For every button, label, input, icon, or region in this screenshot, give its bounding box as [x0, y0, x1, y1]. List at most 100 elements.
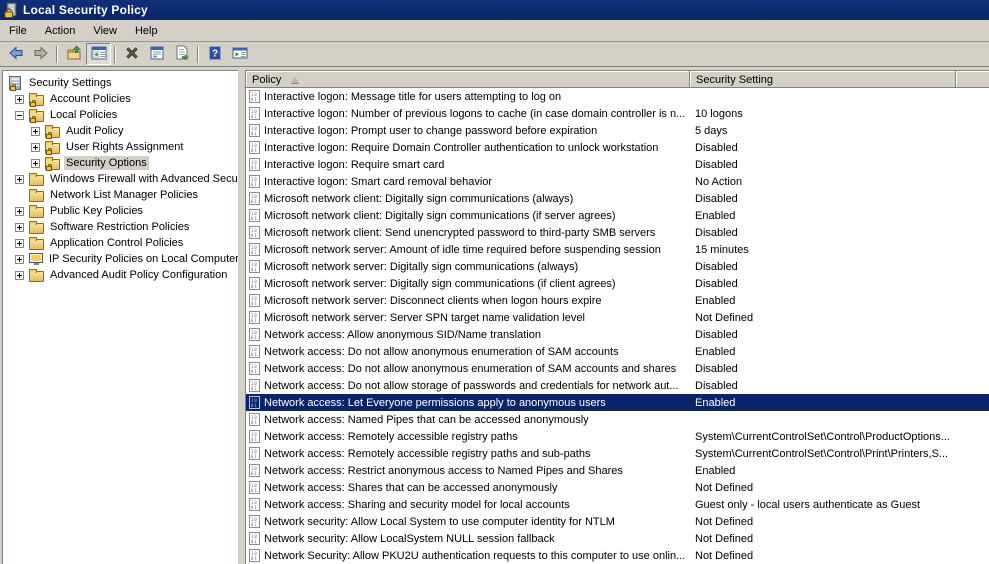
- policy-row[interactable]: Network access: Restrict anonymous acces…: [246, 462, 989, 479]
- policy-doc-icon: [249, 413, 260, 426]
- tree-item[interactable]: Software Restriction Policies: [3, 219, 238, 235]
- expand-icon[interactable]: [15, 207, 24, 216]
- policy-row[interactable]: Network access: Do not allow anonymous e…: [246, 360, 989, 377]
- policy-row[interactable]: Interactive logon: Smart card removal be…: [246, 173, 989, 190]
- policy-name: Network Security: Allow PKU2U authentica…: [264, 550, 685, 562]
- expand-icon[interactable]: [31, 127, 40, 136]
- policy-row[interactable]: Network access: Allow anonymous SID/Name…: [246, 326, 989, 343]
- properties-button[interactable]: [144, 43, 169, 65]
- policy-row[interactable]: Network access: Shares that can be acces…: [246, 479, 989, 496]
- expand-icon[interactable]: [15, 95, 24, 104]
- column-header-security-setting[interactable]: Security Setting: [690, 71, 956, 88]
- tree-item-label[interactable]: Network List Manager Policies: [48, 188, 200, 202]
- policy-row[interactable]: Network access: Let Everyone permissions…: [246, 394, 989, 411]
- policy-name: Network access: Remotely accessible regi…: [264, 448, 590, 460]
- policy-name: Network access: Remotely accessible regi…: [264, 431, 518, 443]
- tree-item-label[interactable]: Public Key Policies: [48, 204, 145, 218]
- policy-row[interactable]: Network access: Remotely accessible regi…: [246, 445, 989, 462]
- policy-cell: Interactive logon: Require smart card: [246, 158, 690, 171]
- folder-lock-icon: [45, 143, 60, 154]
- forward-button[interactable]: [28, 43, 53, 65]
- help-button[interactable]: ?: [202, 43, 227, 65]
- tree-item-label[interactable]: Advanced Audit Policy Configuration: [48, 268, 229, 282]
- policy-row[interactable]: Microsoft network server: Amount of idle…: [246, 241, 989, 258]
- policy-doc-icon: [249, 481, 260, 494]
- policy-row[interactable]: Network security: Allow LocalSystem NULL…: [246, 530, 989, 547]
- policy-row[interactable]: Microsoft network client: Digitally sign…: [246, 207, 989, 224]
- tree-item-label[interactable]: Audit Policy: [64, 124, 125, 138]
- policy-row[interactable]: Microsoft network server: Disconnect cli…: [246, 292, 989, 309]
- policy-row[interactable]: Microsoft network server: Digitally sign…: [246, 275, 989, 292]
- show-action-pane-button[interactable]: [227, 43, 252, 65]
- security-setting-value: 15 minutes: [690, 244, 989, 256]
- menu-file[interactable]: File: [0, 22, 36, 40]
- tree-item[interactable]: User Rights Assignment: [3, 139, 238, 155]
- tree-item[interactable]: IP Security Policies on Local Computer: [3, 251, 238, 267]
- policy-cell: Microsoft network client: Digitally sign…: [246, 209, 690, 222]
- policy-cell: Network Security: Allow PKU2U authentica…: [246, 549, 690, 562]
- menu-help[interactable]: Help: [126, 22, 167, 40]
- delete-button[interactable]: [119, 43, 144, 65]
- tree-item[interactable]: Audit Policy: [3, 123, 238, 139]
- policy-cell: Network access: Restrict anonymous acces…: [246, 464, 690, 477]
- policy-row[interactable]: Microsoft network server: Digitally sign…: [246, 258, 989, 275]
- expand-icon[interactable]: [31, 159, 40, 168]
- expand-icon[interactable]: [31, 143, 40, 152]
- policy-row[interactable]: Interactive logon: Prompt user to change…: [246, 122, 989, 139]
- tree-item-label[interactable]: Local Policies: [48, 108, 119, 122]
- tree-item[interactable]: Local Policies: [3, 107, 238, 123]
- tree-item-label[interactable]: User Rights Assignment: [64, 140, 185, 154]
- tree-item-label[interactable]: Software Restriction Policies: [48, 220, 191, 234]
- column-header-label: Policy: [252, 74, 281, 86]
- menu-action[interactable]: Action: [36, 22, 85, 40]
- forward-arrow-icon: [33, 45, 49, 64]
- policy-row[interactable]: Network access: Named Pipes that can be …: [246, 411, 989, 428]
- tree-item[interactable]: Public Key Policies: [3, 203, 238, 219]
- column-header-policy[interactable]: Policy: [246, 71, 690, 88]
- security-setting-value: 10 logons: [690, 108, 989, 120]
- tree-item-label[interactable]: Application Control Policies: [48, 236, 185, 250]
- tree-item[interactable]: Security Options: [3, 155, 238, 171]
- policy-row[interactable]: Network access: Sharing and security mod…: [246, 496, 989, 513]
- policy-row[interactable]: Network access: Do not allow anonymous e…: [246, 343, 989, 360]
- expand-icon[interactable]: [15, 223, 24, 232]
- tree-item[interactable]: Advanced Audit Policy Configuration: [3, 267, 238, 283]
- tree-item-label[interactable]: Security Options: [64, 156, 149, 170]
- tree-item-label[interactable]: Windows Firewall with Advanced Security: [48, 172, 238, 186]
- policy-row[interactable]: Interactive logon: Require Domain Contro…: [246, 139, 989, 156]
- tree-item[interactable]: Network List Manager Policies: [3, 187, 238, 203]
- show-console-tree-button[interactable]: [86, 43, 111, 65]
- tree-item[interactable]: Security Settings: [3, 75, 238, 91]
- up-one-level-button[interactable]: [61, 43, 86, 65]
- security-setting-value: Not Defined: [690, 533, 989, 545]
- export-list-button[interactable]: [169, 43, 194, 65]
- policy-row[interactable]: Microsoft network server: Server SPN tar…: [246, 309, 989, 326]
- tree-item[interactable]: Account Policies: [3, 91, 238, 107]
- policy-row[interactable]: Microsoft network client: Digitally sign…: [246, 190, 989, 207]
- policy-row[interactable]: Interactive logon: Number of previous lo…: [246, 105, 989, 122]
- back-button[interactable]: [3, 43, 28, 65]
- local-security-policy-window: Local Security Policy FileActionViewHelp…: [0, 0, 989, 564]
- tree-item[interactable]: Windows Firewall with Advanced Security: [3, 171, 238, 187]
- policy-cell: Interactive logon: Number of previous lo…: [246, 107, 690, 120]
- menu-view[interactable]: View: [84, 22, 126, 40]
- expand-icon[interactable]: [15, 255, 24, 264]
- expand-icon[interactable]: [15, 239, 24, 248]
- policy-row[interactable]: Network Security: Allow PKU2U authentica…: [246, 547, 989, 564]
- security-setting-value: Not Defined: [690, 550, 989, 562]
- policy-row[interactable]: Network security: Allow Local System to …: [246, 513, 989, 530]
- policy-row[interactable]: Interactive logon: Require smart cardDis…: [246, 156, 989, 173]
- policy-row[interactable]: Network access: Do not allow storage of …: [246, 377, 989, 394]
- expand-icon[interactable]: [15, 271, 24, 280]
- security-setting-value: Enabled: [690, 295, 989, 307]
- expand-icon[interactable]: [15, 175, 24, 184]
- tree-item-label[interactable]: Security Settings: [27, 76, 114, 90]
- policy-row[interactable]: Microsoft network client: Send unencrypt…: [246, 224, 989, 241]
- collapse-icon[interactable]: [15, 111, 24, 120]
- tree-item-label[interactable]: IP Security Policies on Local Computer: [47, 252, 238, 266]
- tree-item[interactable]: Application Control Policies: [3, 235, 238, 251]
- policy-cell: Network access: Remotely accessible regi…: [246, 430, 690, 443]
- policy-row[interactable]: Interactive logon: Message title for use…: [246, 88, 989, 105]
- policy-row[interactable]: Network access: Remotely accessible regi…: [246, 428, 989, 445]
- tree-item-label[interactable]: Account Policies: [48, 92, 133, 106]
